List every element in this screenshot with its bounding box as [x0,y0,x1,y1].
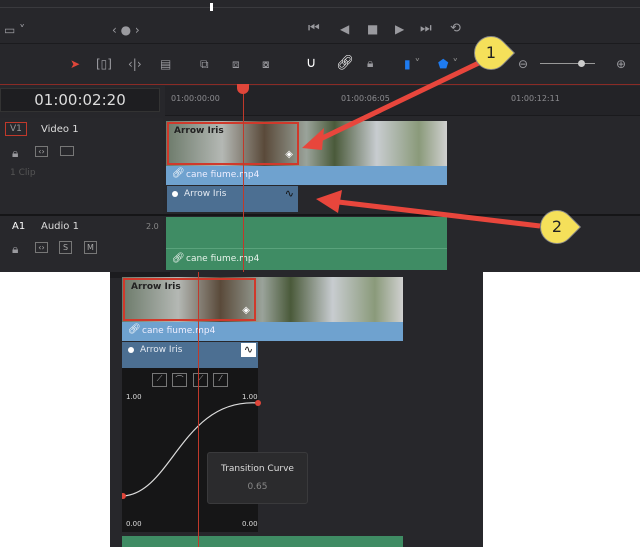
transition-curve[interactable] [122,368,262,532]
video-clip-label-bar[interactable]: cane fiume.mp4 [122,322,403,341]
callout-2: 2 [532,202,582,252]
arrow-1 [310,57,487,146]
keyframe-dot-icon [128,347,134,353]
clip-filename: cane fiume.mp4 [142,326,216,336]
transition-block[interactable]: Arrow Iris ∿ [122,342,258,368]
transition-diamond-icon: ◈ [242,305,250,316]
audio-clip[interactable] [122,536,403,547]
arrow-2 [329,198,541,229]
transition-curve-panel: Arrow Iris ◈ cane fiume.mp4 🔗︎ Arrow Iri… [110,272,483,547]
link-icon: 🔗︎ [128,324,141,335]
tooltip-title: Transition Curve [221,464,294,474]
playhead[interactable] [198,272,199,547]
transition-name: Arrow Iris [140,345,183,355]
arrow-2-head [316,190,342,213]
timeline-window: ▭ ˅ ‹ ● › ⏮ ◀ ■ ▶ ⏭ ⟲ ➤ [▯] ‹|› ▤ ⧉ ⧈ ⧇ … [0,0,640,272]
curve-end-keyframe [255,400,261,406]
transition-curve-tooltip: Transition Curve 0.65 [207,452,308,504]
arrow-1-head [302,128,324,150]
transition-label: Arrow Iris [131,282,181,292]
transition-overlay[interactable]: Arrow Iris ◈ [123,278,256,321]
tooltip-value: 0.65 [247,482,268,492]
curve-start-keyframe [122,493,126,499]
curve-icon[interactable]: ∿ [241,343,256,357]
callout-1: 1 [466,28,516,78]
curve-editor[interactable]: ⟋ ⌒ ⟋ ⁄ 1.00 1.00 0.00 0.00 [122,368,261,532]
